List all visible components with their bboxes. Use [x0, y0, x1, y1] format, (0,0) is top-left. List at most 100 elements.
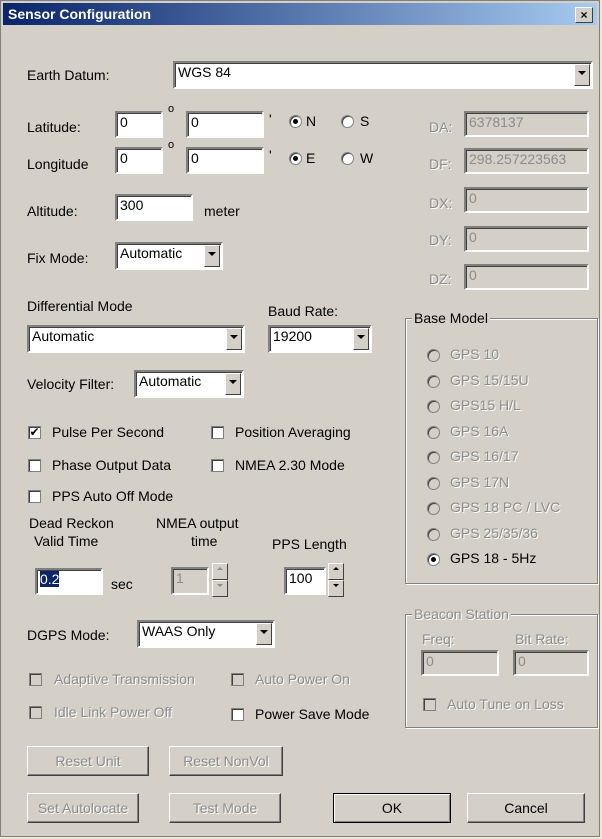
pps-label: Pulse Per Second — [52, 424, 165, 440]
nmea-output-spinner — [212, 563, 228, 597]
latitude-degrees-input[interactable]: 0 — [115, 111, 163, 138]
base-model-label: GPS 17N — [450, 474, 510, 490]
test-mode-button: Test Mode — [169, 793, 281, 823]
base-model-radio — [427, 349, 440, 362]
power-save-mode-label: Power Save Mode — [255, 706, 370, 722]
base-model-radio — [427, 528, 440, 541]
dgps-mode-value: WAAS Only — [142, 623, 216, 639]
dy-label: DY: — [429, 232, 452, 248]
nmea230-checkbox[interactable] — [211, 459, 224, 472]
altitude-unit: meter — [204, 203, 240, 219]
reset-nonvol-button: Reset NonVol — [169, 746, 283, 776]
latitude-minute-symbol: ' — [269, 111, 272, 127]
dead-reckon-label-line1: Dead Reckon — [29, 515, 114, 531]
spin-up-icon — [212, 563, 228, 580]
differential-mode-select[interactable]: Automatic — [27, 325, 245, 353]
auto-power-on-checkbox — [231, 673, 244, 686]
base-model-label: GPS 16A — [450, 423, 509, 439]
auto-tune-checkbox — [423, 698, 436, 711]
dead-reckon-unit: sec — [111, 576, 133, 592]
dead-reckon-value: 0.2 — [40, 571, 60, 587]
earth-datum-value: WGS 84 — [178, 64, 231, 80]
longitude-w-radio[interactable] — [341, 152, 354, 165]
base-model-radio — [427, 426, 440, 439]
beacon-bitrate-field: 0 — [513, 650, 589, 676]
longitude-label: Longitude — [27, 156, 89, 172]
latitude-s-label: S — [360, 113, 370, 129]
chevron-down-icon[interactable] — [204, 245, 220, 267]
baud-rate-value: 19200 — [273, 328, 312, 344]
adaptive-transmission-label: Adaptive Transmission — [54, 671, 195, 687]
base-model-label: GPS 18 PC / LVC — [450, 499, 561, 515]
dialog-title: Sensor Configuration — [8, 6, 152, 22]
latitude-n-label: N — [306, 113, 317, 129]
beacon-freq-field: 0 — [421, 650, 499, 676]
chevron-down-icon[interactable] — [225, 373, 241, 395]
ok-button[interactable]: OK — [333, 793, 451, 823]
velocity-filter-select[interactable]: Automatic — [134, 370, 244, 398]
longitude-minutes-input[interactable]: 0 — [186, 147, 264, 174]
base-model-label: GPS15 H/L — [450, 397, 521, 413]
longitude-e-radio[interactable] — [289, 152, 302, 165]
pps-length-spinner[interactable] — [328, 563, 344, 597]
base-model-label: GPS 15/15U — [450, 372, 529, 388]
position-averaging-label: Position Averaging — [235, 424, 351, 440]
base-model-radio[interactable] — [427, 553, 440, 566]
chevron-down-icon[interactable] — [353, 328, 369, 350]
velocity-filter-value: Automatic — [139, 373, 202, 389]
dx-field: 0 — [464, 187, 589, 213]
pps-checkbox[interactable]: ✔ — [28, 426, 41, 439]
pps-length-input[interactable]: 100 — [284, 567, 326, 595]
earth-datum-select[interactable]: WGS 84 — [173, 61, 593, 89]
position-averaging-checkbox[interactable] — [211, 426, 224, 439]
velocity-filter-label: Velocity Filter: — [27, 376, 115, 392]
da-label: DA: — [429, 119, 453, 135]
nmea230-label: NMEA 2.30 Mode — [235, 457, 345, 473]
power-save-mode-checkbox[interactable] — [231, 708, 244, 721]
dz-label: DZ: — [429, 271, 452, 287]
fix-mode-label: Fix Mode: — [27, 250, 89, 266]
close-icon[interactable]: × — [575, 7, 593, 23]
fix-mode-value: Automatic — [120, 245, 183, 261]
base-model-radio — [427, 451, 440, 464]
cancel-button[interactable]: Cancel — [467, 793, 585, 823]
spin-down-icon[interactable] — [328, 580, 344, 597]
altitude-input[interactable]: 300 — [115, 194, 193, 221]
df-label: DF: — [429, 156, 452, 172]
idle-link-power-off-label: Idle Link Power Off — [54, 704, 173, 720]
longitude-degrees-input[interactable]: 0 — [115, 147, 163, 174]
longitude-w-label: W — [360, 150, 374, 166]
dx-label: DX: — [429, 195, 453, 211]
differential-mode-value: Automatic — [32, 328, 95, 344]
pps-auto-off-checkbox[interactable] — [28, 490, 41, 503]
base-model-radio — [427, 477, 440, 490]
sensor-configuration-dialog: Sensor Configuration × Earth Datum: WGS … — [0, 0, 600, 837]
chevron-down-icon[interactable] — [574, 64, 590, 86]
spin-up-icon[interactable] — [328, 563, 344, 580]
beacon-bitrate-label: Bit Rate: — [515, 631, 569, 647]
latitude-s-radio[interactable] — [341, 115, 354, 128]
beacon-freq-label: Freq: — [422, 631, 455, 647]
altitude-label: Altitude: — [27, 203, 78, 219]
set-autolocate-button: Set Autolocate — [27, 793, 139, 823]
base-model-radio — [427, 375, 440, 388]
latitude-minutes-input[interactable]: 0 — [186, 111, 264, 138]
nmea-output-label-line2: time — [191, 533, 218, 549]
nmea-output-input: 1 — [171, 567, 209, 595]
fix-mode-select[interactable]: Automatic — [115, 242, 223, 270]
phase-output-label: Phase Output Data — [52, 457, 172, 473]
dgps-mode-select[interactable]: WAAS Only — [137, 620, 275, 648]
phase-output-checkbox[interactable] — [28, 459, 41, 472]
latitude-n-radio[interactable] — [289, 115, 302, 128]
base-model-title: Base Model — [412, 310, 490, 326]
dead-reckon-input[interactable]: 0.2 — [35, 568, 103, 595]
chevron-down-icon[interactable] — [256, 623, 272, 645]
auto-tune-label: Auto Tune on Loss — [447, 696, 564, 712]
spin-down-icon — [212, 580, 228, 597]
latitude-label: Latitude: — [27, 119, 81, 135]
baud-rate-select[interactable]: 19200 — [268, 325, 372, 353]
pps-length-label: PPS Length — [272, 536, 347, 552]
longitude-degree-symbol: o — [168, 139, 175, 151]
chevron-down-icon[interactable] — [226, 328, 242, 350]
reset-unit-button: Reset Unit — [27, 746, 149, 776]
